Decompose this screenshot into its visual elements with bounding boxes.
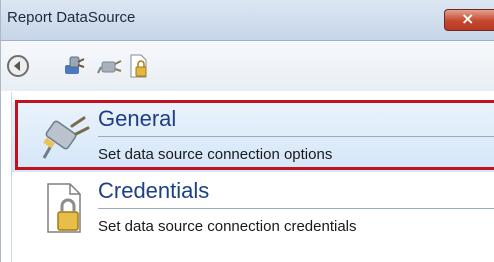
divider — [98, 208, 494, 209]
close-icon: × — [461, 9, 475, 28]
back-arrow-icon[interactable] — [5, 53, 31, 79]
nav-item-credentials[interactable]: Credentials Set data source connection c… — [12, 174, 494, 244]
toolbar — [1, 41, 494, 91]
selection-highlight-frame — [15, 100, 494, 170]
nav-item-description: Set data source connection credentials — [98, 218, 357, 235]
lock-document-icon — [47, 183, 81, 233]
close-button[interactable]: × — [444, 9, 494, 31]
credentials-lock-icon[interactable] — [125, 53, 151, 79]
general-plug-icon[interactable] — [61, 53, 87, 79]
nav-item-title: Credentials — [98, 178, 210, 203]
window-title: Report DataSource — [7, 9, 136, 26]
plug-gray-icon[interactable] — [97, 53, 123, 79]
title-bar: Report DataSource × — [1, 0, 494, 41]
report-datasource-window: Report DataSource × General Set data sou… — [0, 0, 494, 262]
